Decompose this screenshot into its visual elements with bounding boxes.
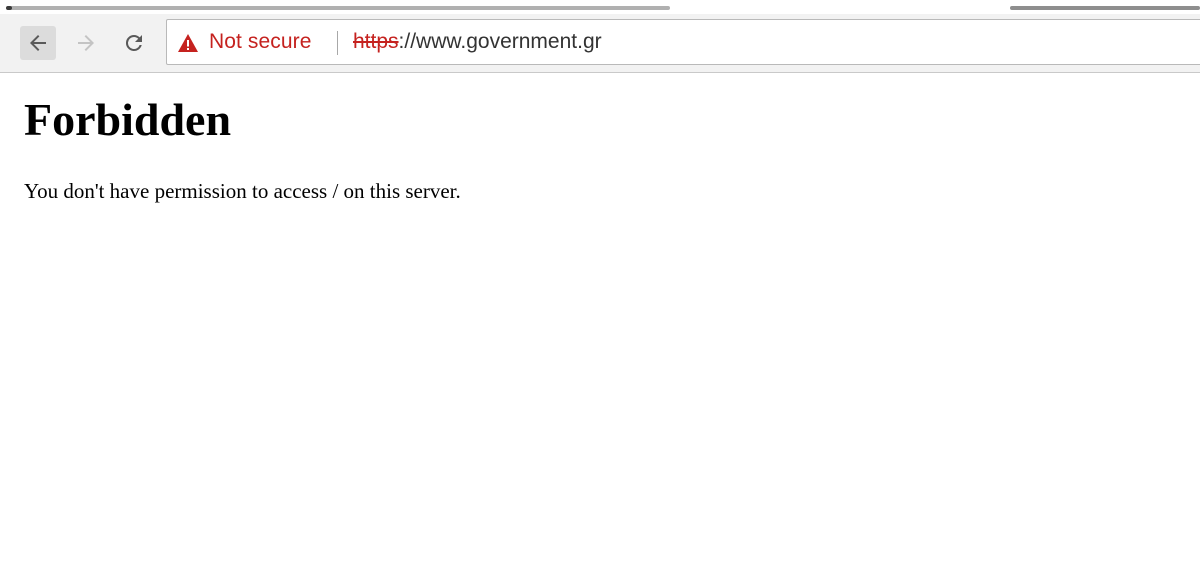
error-message: You don't have permission to access / on…: [24, 179, 461, 203]
page-content: Forbidden You don't have permission to a…: [24, 92, 1176, 204]
back-arrow-icon: [30, 35, 46, 51]
forward-button[interactable]: [68, 26, 104, 60]
tab-strip: [0, 0, 1200, 14]
reload-icon: [125, 34, 142, 51]
url-scheme: https: [353, 30, 399, 53]
back-button[interactable]: [20, 26, 56, 60]
forward-arrow-icon: [78, 35, 94, 51]
reload-button[interactable]: [116, 26, 152, 60]
url-text[interactable]: https://www.government.gr: [353, 30, 602, 54]
not-secure-label[interactable]: Not secure: [209, 30, 312, 54]
page-title: Forbidden: [24, 94, 232, 145]
url-host: ://www.government.gr: [398, 30, 602, 53]
address-separator: [337, 31, 338, 55]
browser-window: Not secure https://www.government.gr For…: [0, 0, 1200, 562]
tab-edge[interactable]: [1010, 6, 1200, 10]
browser-toolbar: Not secure https://www.government.gr: [0, 14, 1200, 73]
warning-triangle-icon[interactable]: [177, 33, 199, 53]
address-bar[interactable]: Not secure https://www.government.gr: [166, 19, 1200, 65]
tab-edge[interactable]: [6, 6, 670, 10]
